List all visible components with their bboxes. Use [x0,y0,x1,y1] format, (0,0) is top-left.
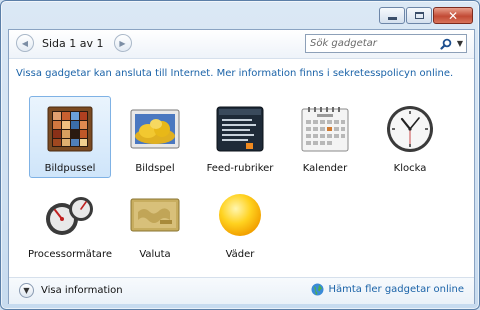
gadget-label: Valuta [139,249,171,260]
gadget-tile-currency[interactable]: Valuta [114,182,196,264]
chevron-left-icon: ◀ [21,38,29,48]
gallery-panel: ◀ Sida 1 av 1 ▶ ▼ Vissa gadgetar kan ans… [8,29,475,304]
gadget-label: Processormätare [28,249,112,260]
feed-headlines-icon [214,103,266,155]
previous-page-button[interactable]: ◀ [16,34,34,52]
show-details-toggle[interactable]: ▼ Visa information [19,283,123,298]
gadget-tile-slideshow[interactable]: Bildspel [114,96,196,178]
minimize-icon [387,16,397,20]
gadget-label: Feed-rubriker [206,163,274,174]
pager: ◀ Sida 1 av 1 ▶ [16,34,132,52]
close-button[interactable]: ✕ [433,7,473,24]
slideshow-icon [129,103,181,155]
chevron-right-icon: ▶ [119,38,126,48]
gadget-tile-feed-headlines[interactable]: Feed-rubriker [199,96,281,178]
gadget-tile-cpu-meter[interactable]: Processormätare [28,182,112,264]
search-icon [440,38,452,50]
chevron-down-icon: ▼ [19,283,34,298]
picture-puzzle-icon [44,103,96,155]
globe-icon [311,283,324,296]
get-more-gadgets-link[interactable]: Hämta fler gadgetar online [311,283,464,296]
privacy-info-link[interactable]: Vissa gadgetar kan ansluta till Internet… [16,68,453,79]
gadget-tile-calendar[interactable]: Kalender [284,96,366,178]
show-details-label: Visa information [41,285,123,296]
gadget-label: Kalender [302,163,348,174]
next-page-button[interactable]: ▶ [113,34,132,52]
search-options-dropdown[interactable]: ▼ [454,39,466,48]
get-more-label: Hämta fler gadgetar online [328,284,464,295]
caption-buttons: ✕ [378,7,473,24]
currency-icon [129,189,181,241]
dropdown-arrow-icon: ▼ [456,39,464,48]
maximize-button[interactable] [406,7,432,24]
maximize-icon [414,12,424,19]
minimize-button[interactable] [379,7,405,24]
search-button[interactable] [438,35,454,52]
close-icon: ✕ [447,8,459,23]
page-indicator: Sida 1 av 1 [42,36,104,50]
gadget-label: Klocka [393,163,427,174]
gadget-label: Bildspel [135,163,175,174]
toolbar: ◀ Sida 1 av 1 ▶ ▼ [9,30,474,59]
search-input[interactable] [306,38,438,49]
clock-icon [384,103,436,155]
weather-icon [214,189,266,241]
gadget-label: Väder [225,249,255,260]
search-box: ▼ [305,34,467,53]
gadget-label: Bildpussel [44,163,96,174]
cpu-meter-icon [44,189,96,241]
gadget-gallery-window: ✕ ◀ Sida 1 av 1 ▶ ▼ Vissa gadgetar kan a… [0,0,480,310]
gadget-tile-picture-puzzle[interactable]: Bildpussel [29,96,111,178]
calendar-icon [299,103,351,155]
gadget-tile-weather[interactable]: Väder [199,182,281,264]
footer-bar: ▼ Visa information Hämta fler gadgetar o… [9,277,474,304]
gadget-tile-clock[interactable]: Klocka [369,96,451,178]
